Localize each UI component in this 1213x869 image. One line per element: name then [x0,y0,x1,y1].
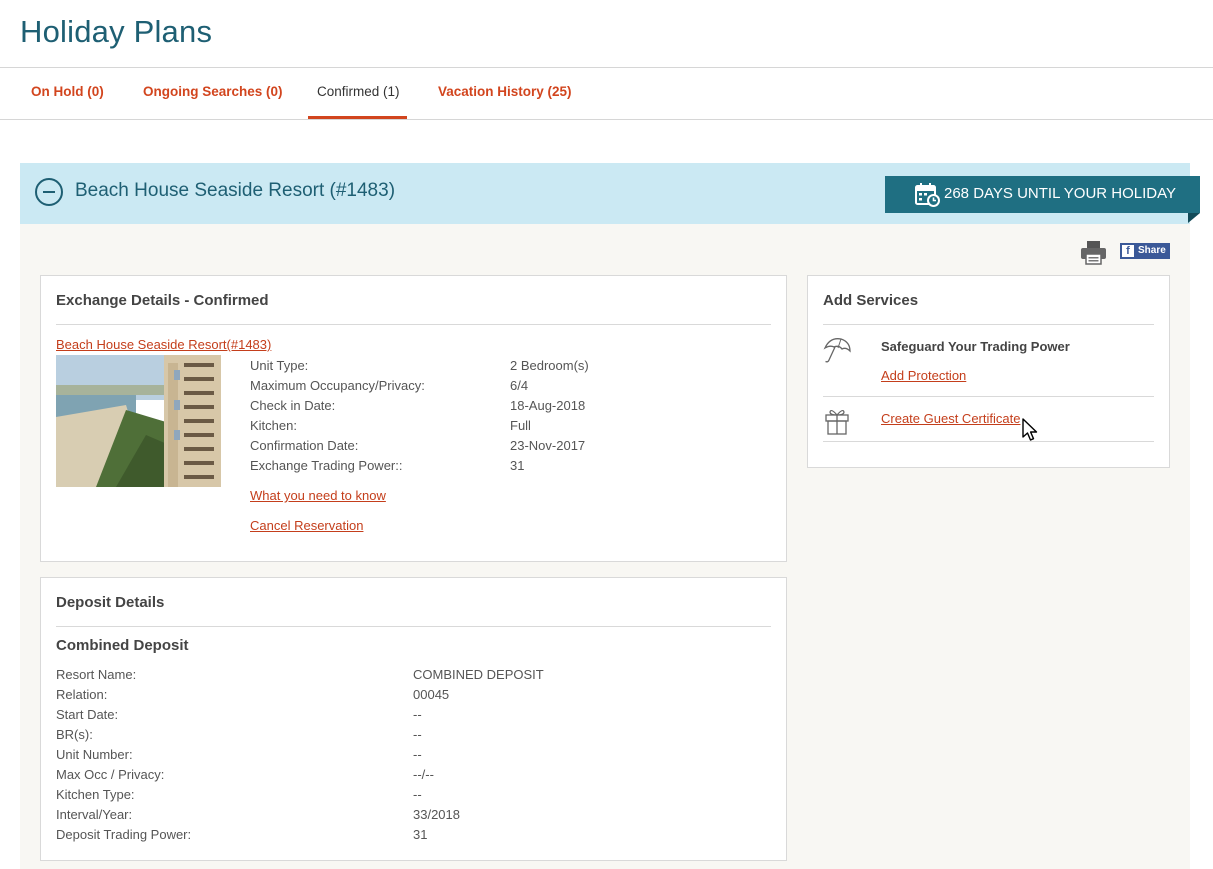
deposit-trading-power-value: 31 [413,827,428,842]
bedrooms-label: BR(s): [56,727,93,742]
cancel-reservation-link[interactable]: Cancel Reservation [250,518,363,533]
relation-label: Relation: [56,687,108,702]
reservation-title: Beach House Seaside Resort (#1483) [75,180,396,201]
countdown-text: 268 DAYS UNTIL YOUR HOLIDAY [944,185,1177,202]
card-divider [823,324,1154,325]
page-title: Holiday Plans [20,14,213,49]
add-protection-link[interactable]: Add Protection [881,368,966,383]
share-label: Share [1138,245,1166,256]
check-in-date-value: 18-Aug-2018 [510,398,586,413]
create-guest-certificate-link[interactable]: Create Guest Certificate [881,411,1020,426]
start-date-value: -- [413,707,422,722]
resort-name-value: COMBINED DEPOSIT [413,667,544,682]
trading-power-label: Exchange Trading Power:: [250,458,403,473]
holiday-countdown-badge: 268 DAYS UNTIL YOUR HOLIDAY [885,176,1200,213]
tab-vacation-history[interactable]: Vacation History (25) [438,84,572,99]
mouse-pointer-icon [1022,418,1038,441]
tab-confirmed[interactable]: Confirmed (1) [317,84,400,99]
gift-icon [825,409,849,435]
relation-value: 00045 [413,687,450,702]
add-services-card: Add Services Safeguard Your Trading Powe… [807,275,1170,468]
deposit-trading-power-label: Deposit Trading Power: [56,827,192,842]
unit-type-label: Unit Type: [250,358,309,373]
deposit-details-title: Deposit Details [56,594,165,611]
card-divider [56,324,771,325]
what-you-need-to-know-link[interactable]: What you need to know [250,488,386,503]
interval-year-label: Interval/Year: [56,807,133,822]
exchange-details-card: Exchange Details - Confirmed Beach House… [40,275,787,562]
max-occupancy-label: Maximum Occupancy/Privacy: [250,378,425,393]
confirmation-date-value: 23-Nov-2017 [510,438,586,453]
card-divider [56,626,771,627]
kitchen-type-value: -- [413,787,422,802]
tab-ongoing-searches[interactable]: Ongoing Searches (0) [143,84,283,99]
max-occupancy-value: 6/4 [510,378,529,393]
deposit-details-card: Deposit Details Combined Deposit Resort … [40,577,787,861]
max-occ-privacy-value: --/-- [413,767,434,782]
calendar-clock-icon [915,183,940,207]
combined-deposit-heading: Combined Deposit [56,637,189,654]
tab-on-hold[interactable]: On Hold (0) [31,84,104,99]
printer-icon[interactable] [1080,240,1107,265]
exchange-details-title: Exchange Details - Confirmed [56,292,269,309]
facebook-icon: f [1122,245,1134,257]
minus-circle-icon[interactable] [35,178,63,206]
add-services-title: Add Services [823,292,919,309]
unit-number-value: -- [413,747,422,762]
resort-name-label: Resort Name: [56,667,137,682]
check-in-date-label: Check in Date: [250,398,336,413]
kitchen-label: Kitchen: [250,418,297,433]
trading-power-value: 31 [510,458,525,473]
card-divider [823,441,1154,442]
tabs-divider [0,119,1213,120]
confirmation-date-label: Confirmation Date: [250,438,359,453]
unit-type-value: 2 Bedroom(s) [510,358,589,373]
start-date-label: Start Date: [56,707,119,722]
unit-number-label: Unit Number: [56,747,133,762]
facebook-share-button[interactable]: f Share [1120,243,1170,259]
card-divider [823,396,1154,397]
safeguard-title: Safeguard Your Trading Power [881,339,1070,354]
ribbon-fold [1188,213,1200,223]
interval-year-value: 33/2018 [413,807,460,822]
umbrella-icon [823,338,851,363]
kitchen-type-label: Kitchen Type: [56,787,135,802]
plan-tabs: On Hold (0) Ongoing Searches (0) Confirm… [0,68,1213,120]
resort-photo [56,355,221,487]
max-occ-privacy-label: Max Occ / Privacy: [56,767,165,782]
kitchen-value: Full [510,418,531,433]
bedrooms-value: -- [413,727,422,742]
resort-link[interactable]: Beach House Seaside Resort(#1483) [56,337,271,352]
